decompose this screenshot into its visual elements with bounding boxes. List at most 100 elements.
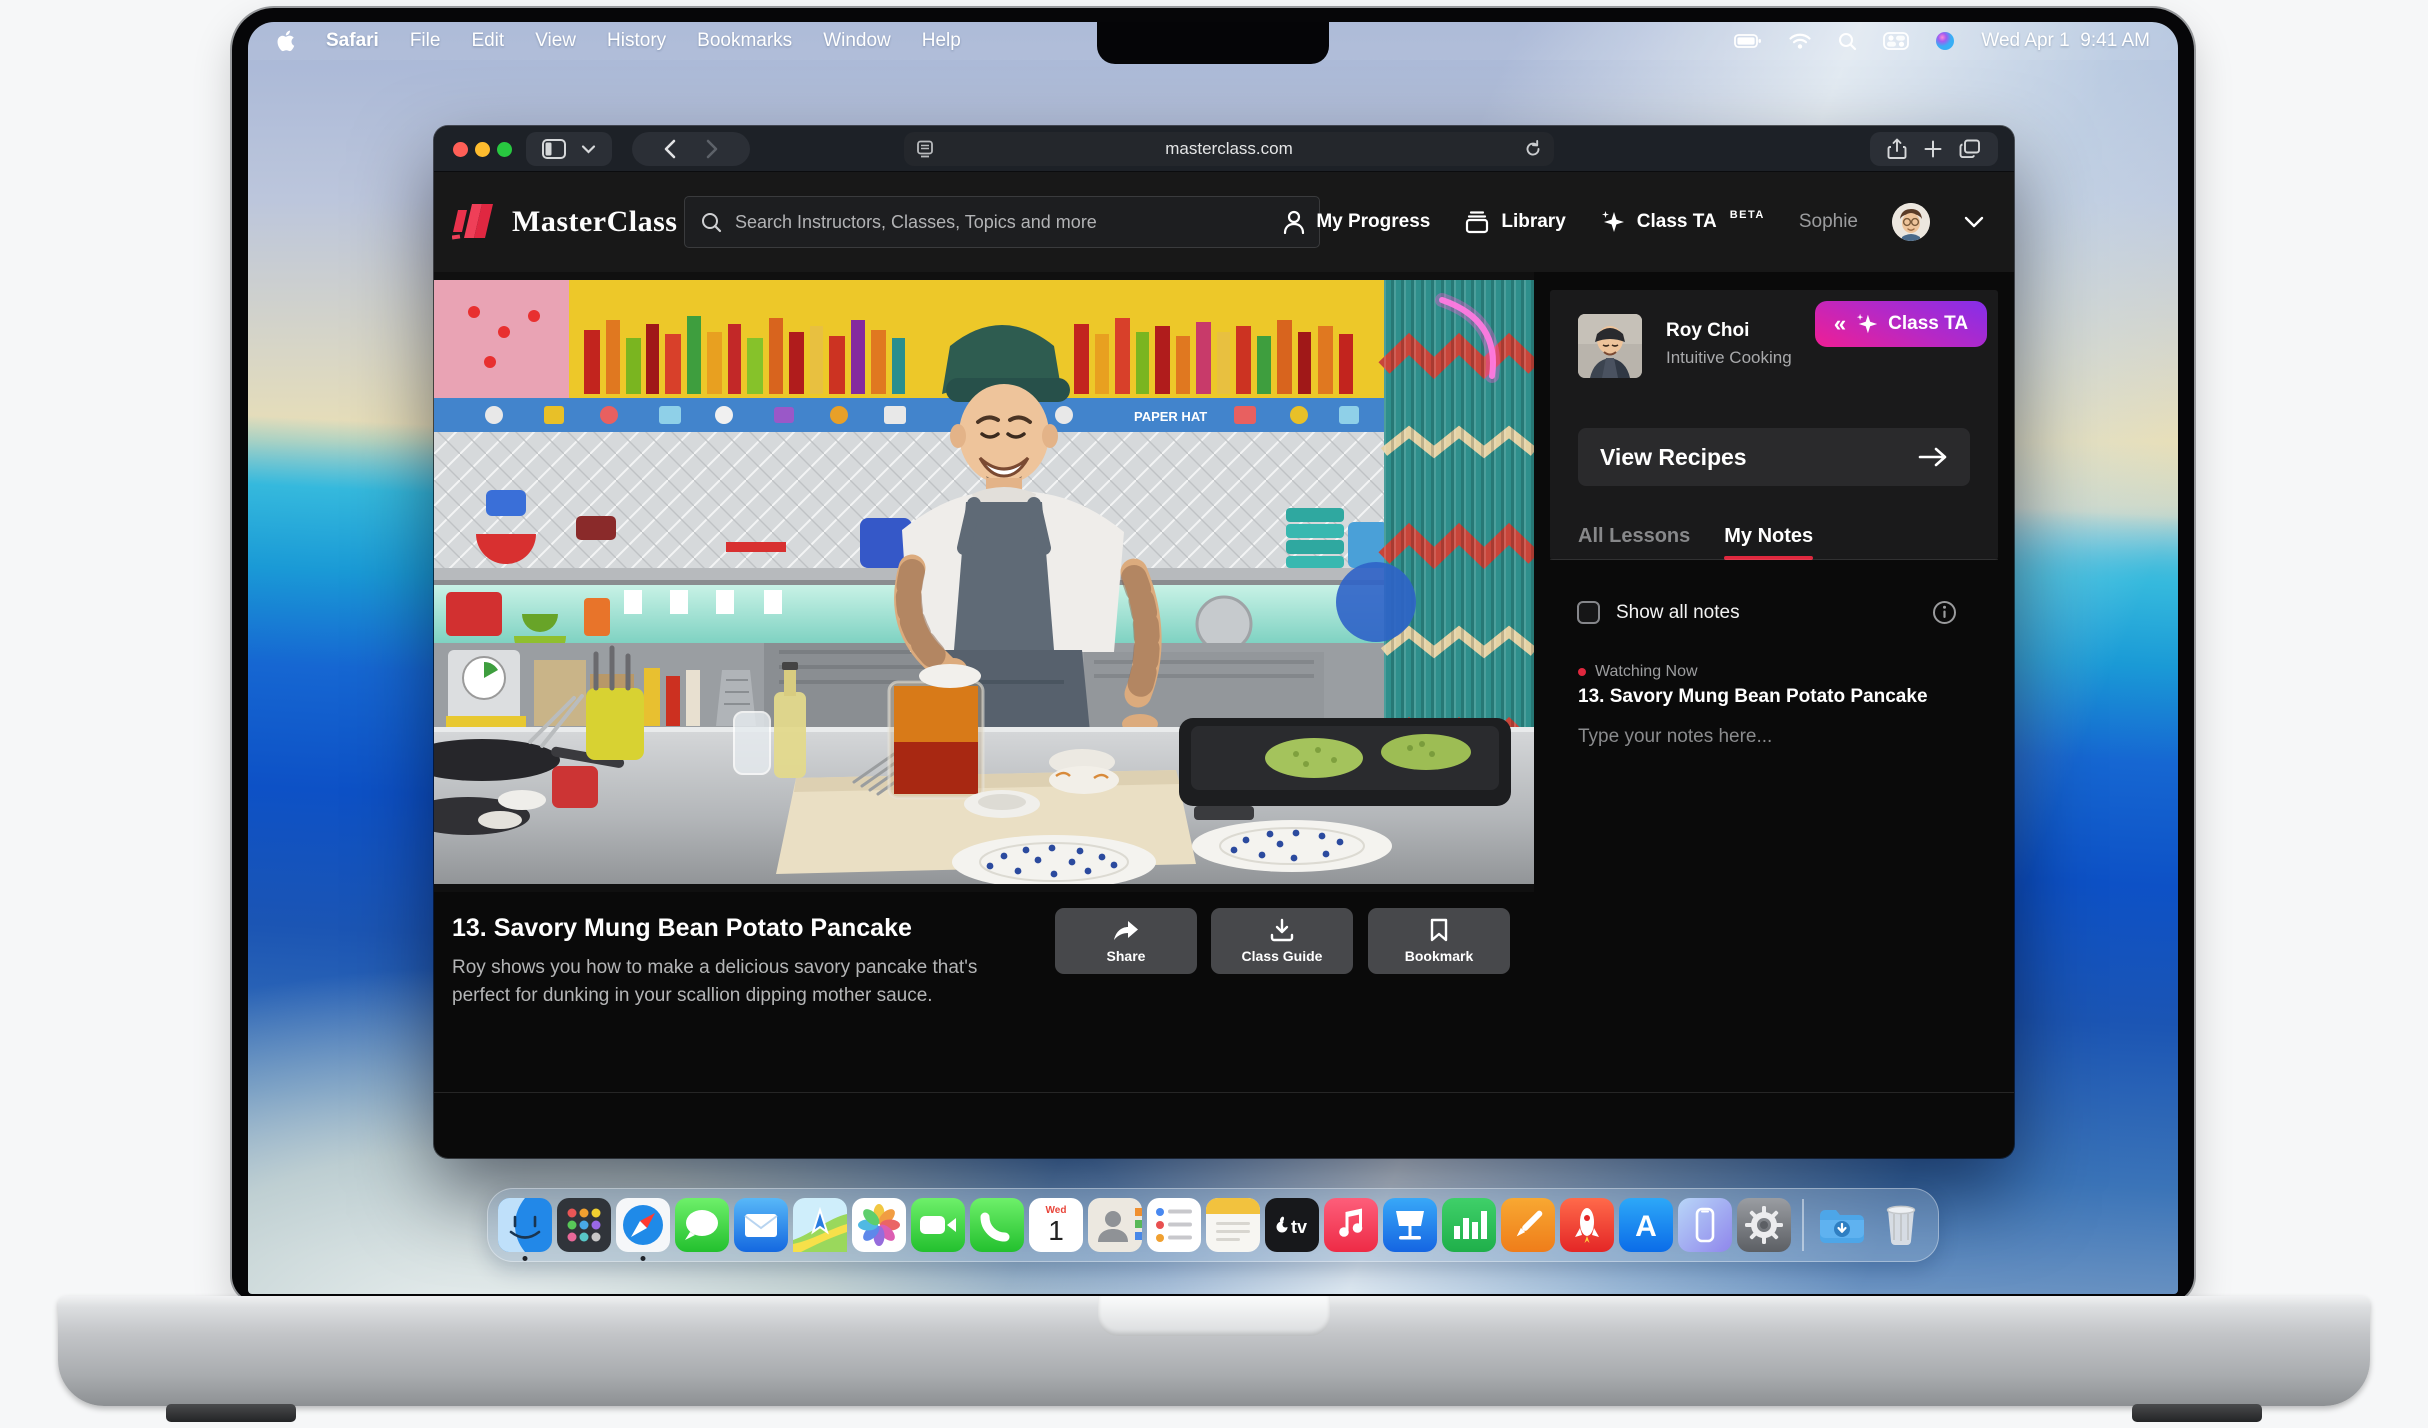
dock-phone-icon[interactable] [970, 1198, 1024, 1252]
dock-finder-icon[interactable] [498, 1198, 552, 1252]
dock-numbers-icon[interactable] [1442, 1198, 1496, 1252]
dock-keynote-icon[interactable] [1383, 1198, 1437, 1252]
user-name[interactable]: Sophie [1799, 211, 1858, 233]
tab-my-notes[interactable]: My Notes [1724, 512, 1813, 560]
masterclass-logo[interactable]: MasterClass [452, 202, 677, 242]
zoom-window-button[interactable] [497, 142, 512, 157]
dock-rocket-icon[interactable] [1560, 1198, 1614, 1252]
display-notch [1097, 22, 1329, 64]
share-label: Share [1107, 948, 1146, 964]
chevron-down-icon[interactable] [581, 144, 596, 154]
share-lesson-button[interactable]: Share [1055, 908, 1197, 974]
account-chevron-icon[interactable] [1964, 216, 1984, 228]
class-ta-panel: Roy Choi Intuitive Cooking « Class TA Vi… [1550, 290, 1998, 560]
video-player[interactable]: PAPER HAT [434, 272, 1534, 892]
share-icon[interactable] [1887, 138, 1907, 160]
dock-tv-icon[interactable]: tv [1265, 1198, 1319, 1252]
bookmark-icon [1429, 918, 1449, 942]
finder-running-dot [523, 1256, 528, 1261]
user-avatar[interactable] [1892, 203, 1930, 241]
page-settings-icon[interactable] [916, 140, 934, 158]
safari-running-dot [641, 1256, 646, 1261]
dock-messages-icon[interactable] [675, 1198, 729, 1252]
dock-app-store-icon[interactable]: A [1619, 1198, 1673, 1252]
minimize-window-button[interactable] [475, 142, 490, 157]
dock-music-icon[interactable] [1324, 1198, 1378, 1252]
instructor-thumbnail[interactable] [1578, 314, 1642, 378]
toolbar-right-group [1870, 132, 1998, 166]
apple-logo-icon[interactable] [276, 30, 295, 52]
panel-tabs: All Lessons My Notes [1578, 512, 1813, 560]
dock-pages-icon[interactable] [1501, 1198, 1555, 1252]
menu-bookmarks[interactable]: Bookmarks [697, 30, 792, 52]
menu-window[interactable]: Window [823, 30, 891, 52]
tab-all-lessons[interactable]: All Lessons [1578, 512, 1690, 560]
forward-button[interactable] [706, 139, 719, 159]
address-bar[interactable]: masterclass.com [904, 132, 1554, 166]
siri-icon[interactable] [1935, 31, 1955, 51]
menu-history[interactable]: History [607, 30, 666, 52]
nav-library[interactable]: Library [1464, 210, 1565, 234]
dock-contacts-icon[interactable] [1088, 1198, 1142, 1252]
info-icon[interactable] [1932, 600, 1957, 625]
class-ta-button[interactable]: « Class TA [1815, 301, 1987, 347]
macbook-base [58, 1296, 2370, 1406]
tab-overview-icon[interactable] [1959, 139, 1981, 159]
lid-lift-notch [1098, 1296, 1330, 1336]
dock-iphone-mirroring-icon[interactable] [1678, 1198, 1732, 1252]
menu-edit[interactable]: Edit [471, 30, 504, 52]
dock-maps-icon[interactable] [793, 1198, 847, 1252]
menu-help[interactable]: Help [922, 30, 961, 52]
share-arrow-icon [1111, 918, 1141, 942]
svg-text:1: 1 [1048, 1215, 1064, 1246]
safari-window: masterclass.com [434, 126, 2014, 1158]
panel-divider [1550, 559, 1998, 560]
search-input[interactable] [735, 212, 1303, 233]
reload-icon[interactable] [1524, 140, 1542, 158]
history-nav-group [632, 132, 750, 166]
dock-safari-icon[interactable] [616, 1198, 670, 1252]
notes-lesson-title: 13. Savory Mung Bean Potato Pancake [1578, 686, 1928, 708]
spotlight-search-icon[interactable] [1838, 32, 1857, 51]
back-button[interactable] [663, 139, 676, 159]
macbook-foot-right [2132, 1404, 2262, 1422]
dock-downloads-icon[interactable] [1815, 1198, 1869, 1252]
svg-text:A: A [1635, 1210, 1657, 1243]
view-recipes-button[interactable]: View Recipes [1578, 428, 1970, 486]
control-center-icon[interactable] [1883, 32, 1909, 50]
show-all-notes-checkbox[interactable] [1577, 601, 1600, 624]
dock-mail-icon[interactable] [734, 1198, 788, 1252]
battery-icon[interactable] [1734, 32, 1762, 50]
svg-text:tv: tv [1291, 1217, 1307, 1237]
macbook-foot-left [166, 1404, 296, 1422]
watching-now-label: Watching Now [1595, 663, 1698, 681]
class-guide-button[interactable]: Class Guide [1211, 908, 1353, 974]
new-tab-icon[interactable] [1924, 140, 1942, 158]
arrow-right-icon [1918, 446, 1948, 468]
dock-notes-icon[interactable] [1206, 1198, 1260, 1252]
close-window-button[interactable] [453, 142, 468, 157]
menu-file[interactable]: File [410, 30, 441, 52]
dock-photos-icon[interactable] [852, 1198, 906, 1252]
dock-settings-icon[interactable] [1737, 1198, 1791, 1252]
menu-clock[interactable]: Wed Apr 1 9:41 AM [1981, 30, 2150, 52]
site-header: MasterClass My Progress [434, 172, 2014, 272]
bookmark-button[interactable]: Bookmark [1368, 908, 1510, 974]
class-guide-label: Class Guide [1242, 948, 1323, 964]
menu-view[interactable]: View [535, 30, 576, 52]
masterclass-logo-icon [452, 202, 498, 242]
menu-app-name[interactable]: Safari [326, 30, 379, 52]
macbook-bezel: Safari File Edit View History Bookmarks … [232, 8, 2194, 1302]
dock-calendar-icon[interactable]: Wed1 [1029, 1198, 1083, 1252]
sidebar-icon[interactable] [542, 139, 566, 159]
site-search[interactable] [684, 196, 1320, 248]
dock-reminders-icon[interactable] [1147, 1198, 1201, 1252]
dock-launchpad-icon[interactable] [557, 1198, 611, 1252]
wifi-icon[interactable] [1788, 32, 1812, 50]
dock-facetime-icon[interactable] [911, 1198, 965, 1252]
nav-class-ta[interactable]: Class TA BETA [1600, 209, 1765, 235]
bookmark-label: Bookmark [1405, 948, 1473, 964]
nav-my-progress[interactable]: My Progress [1283, 210, 1430, 234]
notes-input[interactable]: Type your notes here... [1578, 726, 1772, 748]
dock-trash-icon[interactable] [1874, 1198, 1928, 1252]
